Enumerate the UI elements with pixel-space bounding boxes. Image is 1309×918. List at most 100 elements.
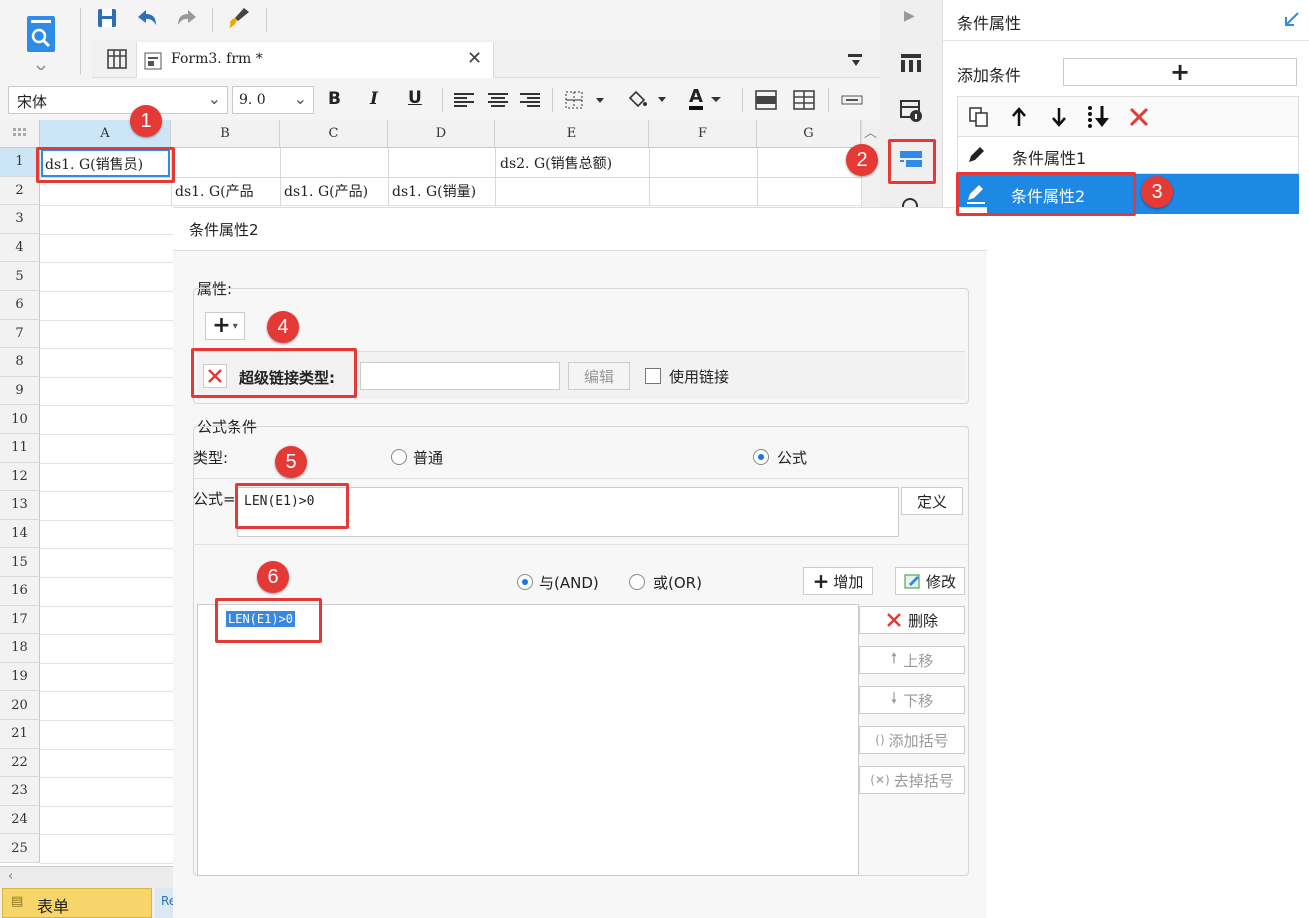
row-header[interactable]: 10 — [0, 405, 40, 434]
select-all-corner[interactable] — [0, 120, 40, 148]
save-icon[interactable] — [92, 4, 122, 32]
preview-icon[interactable] — [20, 8, 62, 72]
redo-icon[interactable] — [172, 4, 202, 32]
column-header-d[interactable]: D — [388, 120, 495, 148]
row-header[interactable]: 13 — [0, 491, 40, 520]
bold-button[interactable]: B — [328, 89, 341, 109]
row-header[interactable]: 6 — [0, 291, 40, 320]
cell-info-icon[interactable] — [896, 96, 926, 126]
add-attr-button[interactable]: + ▾ — [205, 312, 245, 340]
column-header-c[interactable]: C — [280, 120, 388, 148]
font-color-icon[interactable]: A — [682, 84, 730, 114]
merge-cells-icon[interactable] — [752, 88, 780, 112]
font-size-select[interactable]: 9. 0 ⌄ — [232, 86, 314, 114]
cell-e1[interactable]: ds2. G(销售总额) — [498, 150, 648, 176]
cell-a1[interactable]: ds1. G(销售员) — [41, 149, 170, 177]
formula-input[interactable]: LEN(E1)>0 — [237, 487, 899, 537]
border-icon[interactable] — [562, 88, 610, 112]
scroll-left-icon[interactable]: ‹ — [8, 869, 13, 884]
logic-or-radio[interactable] — [629, 574, 645, 590]
callout-badge-4: 4 — [267, 311, 299, 343]
align-left-icon[interactable] — [452, 88, 476, 112]
scroll-up-icon[interactable]: ︿ — [864, 122, 877, 141]
delete-button[interactable]: 删除 — [859, 606, 965, 634]
move-bottom-icon[interactable] — [1086, 104, 1112, 130]
row-header[interactable]: 25 — [0, 834, 40, 863]
type-normal-radio[interactable] — [391, 449, 407, 465]
remove-attr-button[interactable] — [203, 364, 227, 388]
column-header-e[interactable]: E — [495, 120, 649, 148]
row-header[interactable]: 5 — [0, 262, 40, 291]
condition-list-item[interactable]: LEN(E1)>0 — [226, 611, 296, 627]
sheet-tab-form[interactable]: ▤ 表单 — [2, 888, 152, 918]
cell-b2[interactable]: ds1. G(产品 — [174, 179, 280, 205]
copy-icon[interactable] — [968, 106, 990, 128]
row-header[interactable]: 24 — [0, 805, 40, 835]
more-options-icon[interactable] — [838, 88, 866, 112]
modify-button[interactable]: 修改 — [895, 567, 965, 595]
underline-button[interactable]: U — [408, 88, 422, 108]
close-tab-icon[interactable]: ✕ — [467, 48, 482, 69]
italic-button[interactable]: I — [370, 89, 378, 109]
dock-arrow-icon[interactable] — [1283, 10, 1301, 28]
collapse-arrow-icon[interactable]: ▶ — [904, 8, 915, 24]
condition-attr-icon[interactable] — [896, 144, 926, 174]
grid-view-icon[interactable] — [100, 44, 134, 74]
use-link-checkbox[interactable] — [645, 368, 661, 384]
move-up-icon[interactable] — [1010, 106, 1028, 128]
row-header[interactable]: 21 — [0, 720, 40, 749]
row-header[interactable]: 23 — [0, 777, 40, 806]
row-header[interactable]: 19 — [0, 662, 40, 692]
row-header[interactable]: 12 — [0, 462, 40, 492]
cell-c2[interactable]: ds1. G(产品) — [283, 179, 388, 205]
logic-and-radio[interactable] — [517, 574, 533, 590]
format-brush-icon[interactable] — [222, 4, 256, 32]
add-condition-button[interactable]: + — [1063, 58, 1297, 86]
move-up-button[interactable]: 🠕 上移 — [859, 646, 965, 674]
add-condition-row-button[interactable]: + 增加 — [803, 567, 873, 595]
row-header[interactable]: 11 — [0, 434, 40, 463]
row-header[interactable]: 16 — [0, 577, 40, 606]
row-header[interactable]: 3 — [0, 205, 40, 234]
split-cells-icon[interactable] — [790, 88, 818, 112]
row-header[interactable]: 15 — [0, 548, 40, 577]
row-header[interactable]: 8 — [0, 348, 40, 377]
row-header[interactable]: 1 — [0, 148, 40, 177]
cell-attr-icon[interactable] — [896, 48, 926, 78]
row-header[interactable]: 20 — [0, 691, 40, 720]
row-header[interactable]: 22 — [0, 748, 40, 778]
condition-item[interactable]: 条件属性1 — [957, 136, 1299, 174]
define-button[interactable]: 定义 — [901, 487, 963, 515]
move-down-icon[interactable] — [1050, 106, 1068, 128]
undo-icon[interactable] — [132, 4, 162, 32]
move-down-button[interactable]: 🠗 下移 — [859, 686, 965, 714]
column-header-f[interactable]: F — [649, 120, 757, 148]
align-right-icon[interactable] — [518, 88, 542, 112]
font-name-select[interactable]: 宋体 ⌄ — [8, 86, 228, 114]
fill-color-icon[interactable] — [622, 86, 670, 112]
row-header[interactable]: 17 — [0, 605, 40, 635]
hyperlink-type-input[interactable] — [360, 362, 560, 390]
row-header[interactable]: 2 — [0, 176, 40, 206]
column-header-b[interactable]: B — [171, 120, 280, 148]
edit-button[interactable]: 编辑 — [568, 362, 630, 390]
tab-menu-icon[interactable] — [840, 46, 870, 74]
condition-list[interactable]: LEN(E1)>0 — [197, 604, 859, 876]
add-bracket-button[interactable]: () 添加括号 — [859, 726, 965, 754]
remove-bracket-button[interactable]: (✕) 去掉括号 — [859, 766, 965, 794]
row-header[interactable]: 14 — [0, 519, 40, 549]
condition-item-selected[interactable]: 条件属性2 — [957, 174, 1299, 214]
tab-form3[interactable]: Form3. frm * ✕ — [136, 42, 494, 78]
delete-icon[interactable] — [1128, 106, 1150, 128]
partial-icon[interactable] — [898, 194, 922, 208]
row-header[interactable]: 7 — [0, 319, 40, 349]
sheet-tab-reports[interactable]: Reports — [155, 888, 173, 918]
type-formula-radio[interactable] — [753, 449, 769, 465]
align-center-icon[interactable] — [486, 88, 510, 112]
row-header[interactable]: 4 — [0, 233, 40, 263]
cell-d2[interactable]: ds1. G(销量) — [391, 179, 495, 205]
horizontal-scrollbar[interactable]: ‹ — [0, 866, 173, 888]
row-header[interactable]: 18 — [0, 634, 40, 663]
row-header[interactable]: 9 — [0, 376, 40, 406]
column-header-g[interactable]: G — [757, 120, 861, 148]
